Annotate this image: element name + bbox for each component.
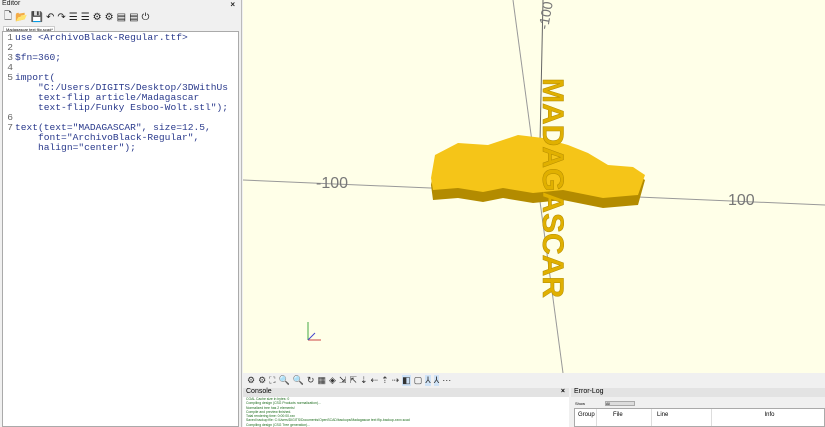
preview-icon[interactable]: ⚙: [93, 12, 102, 23]
line-text: halign="center");: [15, 142, 136, 153]
axes-gizmo: [307, 322, 321, 341]
console-line: Compiling design (CSG Tree generation)..…: [246, 422, 311, 427]
viewport-svg[interactable]: -100 100 -100 MADAGASCAR: [243, 0, 825, 373]
new-file-icon[interactable]: 🗋: [4, 9, 12, 26]
viewport-toolbar: ⚙ ⚙ ⛶ 🔍 🔍 ↻ ▦ ◈ ⇲ ⇱ ⇣ ⇠ ⇡ ⇢ ◧ ▢ ⅄ ⅄ ⋯: [243, 373, 825, 388]
code-editor[interactable]: 1 use <ArchivoBlack-Regular.ttf> 2 3 $fn=360…: [2, 31, 239, 427]
zoom-in-icon[interactable]: 🔍: [278, 375, 289, 386]
view-top-icon[interactable]: ⇱: [349, 375, 357, 386]
surfaces-icon[interactable]: ◧: [402, 375, 411, 386]
redo-icon[interactable]: ↷: [57, 12, 65, 23]
axis-label-x-neg: -100: [316, 175, 348, 192]
render-icon[interactable]: ⚙: [258, 375, 266, 386]
view-bottom-icon[interactable]: ⇣: [360, 375, 368, 386]
view-all-icon[interactable]: ⛶: [269, 375, 275, 386]
indent-icon[interactable]: ☰: [81, 12, 90, 23]
code-line[interactable]: text-flip/Funky Esboo-Wolt.stl");: [3, 103, 238, 113]
show-scale-icon[interactable]: ⅄: [433, 375, 440, 386]
editor-toolbar: 🗋 📂 💾 ↶ ↷ ☰ ☰ ⚙ ⚙ ▤ ▤ ⏻: [0, 10, 241, 24]
code-line[interactable]: 3 $fn=360;: [3, 53, 238, 63]
show-filter-select[interactable]: All: [605, 401, 636, 406]
console-panel: Console × CGAL Cache size in bytes: 0 Comp…: [243, 388, 569, 427]
close-icon[interactable]: ×: [230, 0, 235, 9]
axis-label-y-neg: -100: [535, 0, 556, 31]
preview-icon[interactable]: ⚙: [247, 375, 255, 386]
editor-panel: Editor × 🗋 📂 💾 ↶ ↷ ☰ ☰ ⚙ ⚙ ▤ ▤ ⏻ Madagascar text fli…: [0, 0, 242, 427]
line-number: [3, 83, 15, 93]
view-left-icon[interactable]: ⇠: [371, 375, 379, 386]
export-stl-icon[interactable]: ▤: [117, 12, 126, 23]
line-number: [3, 93, 15, 103]
view-right-icon[interactable]: ⇲: [339, 375, 347, 386]
error-log-title: Error-Log: [574, 388, 604, 395]
col-group: Group: [575, 409, 597, 426]
show-label: Show: [575, 401, 586, 406]
zoom-out-icon[interactable]: 🔍: [293, 375, 304, 386]
code-line[interactable]: halign="center");: [3, 143, 238, 153]
error-table-header: Group File Line Info: [574, 408, 825, 427]
wireframe-icon[interactable]: ▢: [414, 375, 423, 386]
close-icon[interactable]: ×: [561, 388, 565, 395]
show-edges-icon[interactable]: ⋯: [442, 375, 451, 386]
show-axes-icon[interactable]: ⅄: [425, 375, 431, 386]
line-text: use <ArchivoBlack-Regular.ttf>: [15, 32, 188, 43]
line-number: [3, 143, 15, 153]
error-log-panel: Error-Log Show All Group File Line Info: [571, 388, 825, 427]
export-3mf-icon[interactable]: ▤: [129, 12, 138, 23]
editor-title: Editor ×: [0, 0, 241, 10]
orthographic-icon[interactable]: ◈: [329, 375, 336, 386]
line-number: [3, 133, 15, 143]
view-front-icon[interactable]: ⇡: [381, 375, 389, 386]
render-icon[interactable]: ⚙: [105, 12, 114, 23]
console-log[interactable]: CGAL Cache size in bytes: 0 Compiling des…: [243, 397, 569, 427]
col-info: Info: [764, 412, 775, 418]
line-text: text-flip/Funky Esboo-Wolt.stl");: [15, 102, 229, 113]
undo-icon[interactable]: ↶: [46, 12, 54, 23]
line-text: $fn=360;: [15, 52, 62, 63]
unindent-icon[interactable]: ☰: [69, 12, 78, 23]
col-line: Line: [652, 409, 712, 426]
perspective-icon[interactable]: ▦: [317, 375, 326, 386]
send-to-print-icon[interactable]: ⏻: [142, 12, 150, 23]
3d-viewport[interactable]: -100 100 -100 MADAGASCAR: [243, 0, 825, 373]
col-file: File: [597, 409, 652, 426]
view-back-icon[interactable]: ⇢: [392, 375, 400, 386]
editor-title-text: Editor: [2, 0, 21, 7]
reset-view-icon[interactable]: ↻: [307, 375, 315, 386]
code-line[interactable]: 1 use <ArchivoBlack-Regular.ttf>: [3, 33, 238, 43]
line-number: 7: [7, 122, 13, 133]
open-file-icon[interactable]: 📂: [15, 12, 27, 23]
console-title: Console: [246, 388, 272, 395]
save-icon[interactable]: 💾: [31, 12, 43, 23]
madagascar-text-model: MADAGASCAR: [536, 78, 569, 298]
axis-label-x-pos: 100: [728, 192, 755, 209]
line-number: 5: [7, 72, 13, 83]
